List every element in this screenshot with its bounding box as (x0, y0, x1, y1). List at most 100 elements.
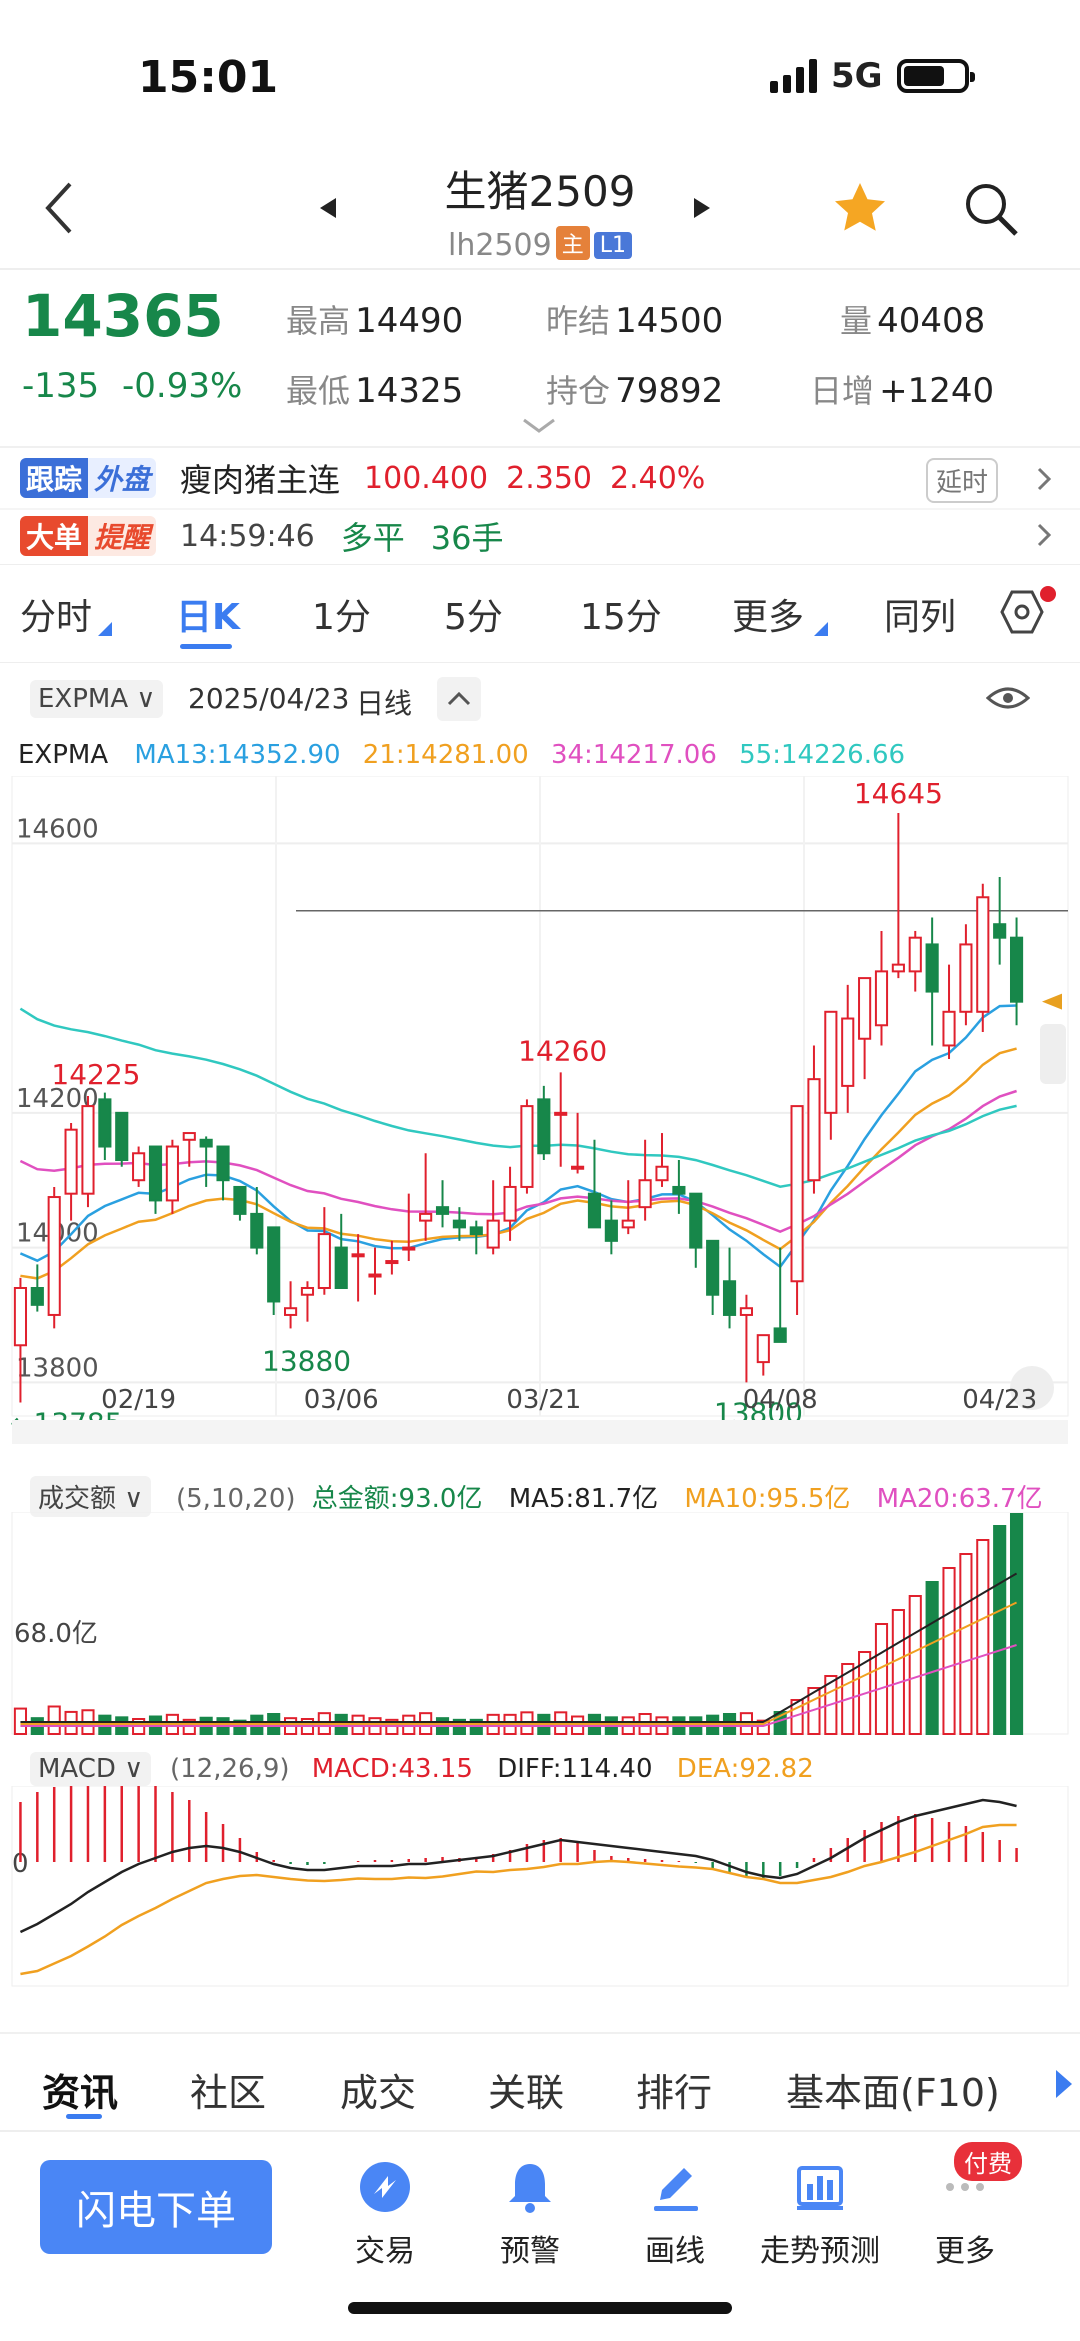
y-tick-label: 14600 (16, 814, 99, 844)
candle-body (419, 1212, 433, 1222)
candle-body (824, 1010, 838, 1114)
candle-body (672, 1185, 686, 1195)
candle-body (554, 1111, 568, 1116)
candle-body (571, 1165, 585, 1170)
nav-forecast[interactable]: 走势预测 (745, 2160, 895, 2270)
candle-body (621, 1219, 635, 1229)
macd-selector[interactable]: MACD ∨ (30, 1752, 152, 1786)
volume-bar (993, 1525, 1007, 1735)
macd-label: MACD (38, 1754, 116, 1784)
candle-body (402, 1246, 416, 1251)
candle-body (993, 923, 1007, 939)
legend-ma13: MA13:14352.90 (134, 740, 341, 770)
tab-more[interactable]: 更多 (732, 588, 804, 640)
macd-chart[interactable]: 0 (0, 1786, 1080, 2014)
x-tick-label: 03/21 (506, 1385, 581, 1415)
paid-badge: 付费 (954, 2142, 1022, 2181)
candle-body (1009, 936, 1024, 1003)
app-screen: 15:01 5G 生猪2509 lh2509 主 L1 14365 -135 -0.… (0, 0, 1080, 2341)
nav-alert[interactable]: 预警 (455, 2160, 605, 2270)
nav-trade[interactable]: 交易 (310, 2160, 460, 2270)
x-tick-label: 02/19 (101, 1385, 176, 1415)
main-tag: 主 (555, 226, 590, 260)
candle-body (385, 1260, 399, 1265)
next-contract-icon[interactable] (692, 196, 712, 220)
macd-frame (11, 1786, 1069, 1987)
tab-ranking[interactable]: 排行 (636, 2062, 712, 2117)
candle-body (469, 1226, 483, 1236)
track-price: 100.400 (364, 460, 489, 496)
legend-ma21: 21:14281.00 (362, 740, 529, 770)
vol-params: (5,10,20) (176, 1484, 296, 1514)
candle-body (115, 1111, 129, 1161)
tab-news[interactable]: 资讯 (42, 2062, 118, 2117)
low-label: 最低 (286, 372, 351, 410)
nav-more-label: 更多 (935, 2234, 995, 2269)
tab-daily-k[interactable]: 日K (176, 588, 240, 640)
macd-dea: DEA:92.82 (676, 1754, 814, 1784)
volume-tick-label: 68.0亿 (14, 1619, 98, 1649)
nav-draw[interactable]: 画线 (600, 2160, 750, 2270)
price-change: -135 (22, 366, 100, 406)
tab-community[interactable]: 社区 (190, 2062, 266, 2117)
search-icon[interactable] (960, 178, 1022, 240)
vol-label: 量 (840, 302, 873, 340)
flash-order-button[interactable]: 闪电下单 (40, 2160, 272, 2254)
alert-arrow-icon[interactable] (1036, 522, 1052, 548)
tab-5min[interactable]: 5分 (444, 588, 503, 640)
tab-trades[interactable]: 成交 (340, 2062, 416, 2117)
chart-side-handle (1040, 1024, 1066, 1084)
candle-body (216, 1145, 230, 1182)
nav-trade-label: 交易 (355, 2234, 415, 2269)
track-pct: 2.40% (610, 460, 706, 496)
vol-total: 总金额:93.0亿 (311, 1484, 483, 1514)
prev-settle-label: 昨结 (546, 302, 611, 340)
forecast-chart-icon (797, 2166, 843, 2210)
oi-label: 持仓 (546, 372, 611, 410)
status-icons: 5G (770, 56, 975, 96)
tab-timeshare[interactable]: 分时 (20, 588, 92, 640)
volume-bar (908, 1595, 922, 1735)
candle-body (503, 1185, 517, 1222)
last-price-marker (1042, 993, 1062, 1010)
track-tag: 跟踪 (20, 458, 89, 498)
volume-bar (47, 1705, 61, 1735)
tab-1min[interactable]: 1分 (312, 588, 371, 640)
expand-chevron-icon[interactable] (522, 418, 556, 434)
candle-body (908, 936, 922, 973)
alert-row[interactable]: 大单 提醒 14:59:46 多平 36手 (20, 514, 504, 558)
volume-selector[interactable]: 成交额 ∨ (30, 1476, 152, 1517)
collapse-chart-icon[interactable] (436, 676, 482, 722)
track-arrow-icon[interactable] (1036, 466, 1052, 492)
vol-ma20: MA20:63.7亿 (876, 1484, 1043, 1514)
kline-chart[interactable]: 1460014200140001380014645142251426013880… (0, 776, 1080, 1446)
nav-draw-label: 画线 (645, 2234, 705, 2269)
bell-icon (509, 2164, 551, 2213)
favorite-star-icon[interactable] (830, 178, 890, 238)
tab-15min[interactable]: 15分 (580, 588, 662, 640)
tab-same-column[interactable]: 同列 (884, 588, 956, 640)
tab-related[interactable]: 关联 (488, 2062, 564, 2117)
volume-bar (1009, 1513, 1024, 1735)
settings-hex-icon[interactable] (990, 584, 1060, 644)
candle-body (520, 1105, 534, 1188)
last-price: 14365 (22, 282, 224, 350)
candle-body (959, 943, 973, 1013)
indicator-label: EXPMA (38, 684, 129, 714)
volume-chart[interactable]: 68.0亿 (0, 1512, 1080, 1752)
indicator-selector[interactable]: EXPMA ∨ (30, 680, 164, 718)
low-value: 14325 (355, 371, 464, 411)
chart-period: 日线 (356, 687, 413, 720)
track-row[interactable]: 跟踪 外盘 瘦肉猪主连 100.400 2.350 2.40% (20, 458, 706, 499)
macd-legend: (12,26,9) MACD:43.15 DIFF:114.40 DEA:92.… (170, 1754, 814, 1784)
eye-icon[interactable] (986, 682, 1030, 714)
candle-body (81, 1105, 95, 1195)
track-name: 瘦肉猪主连 (180, 461, 341, 499)
tab-fundamentals[interactable]: 基本面(F10) (786, 2062, 1000, 2117)
peak2-annotation: 14260 (518, 1034, 607, 1067)
candle-body (604, 1219, 618, 1242)
legend-expma: EXPMA (18, 740, 109, 770)
signal-icon (770, 59, 817, 93)
candle-body (47, 1196, 61, 1316)
tabs-scroll-icon[interactable] (1054, 2068, 1074, 2100)
